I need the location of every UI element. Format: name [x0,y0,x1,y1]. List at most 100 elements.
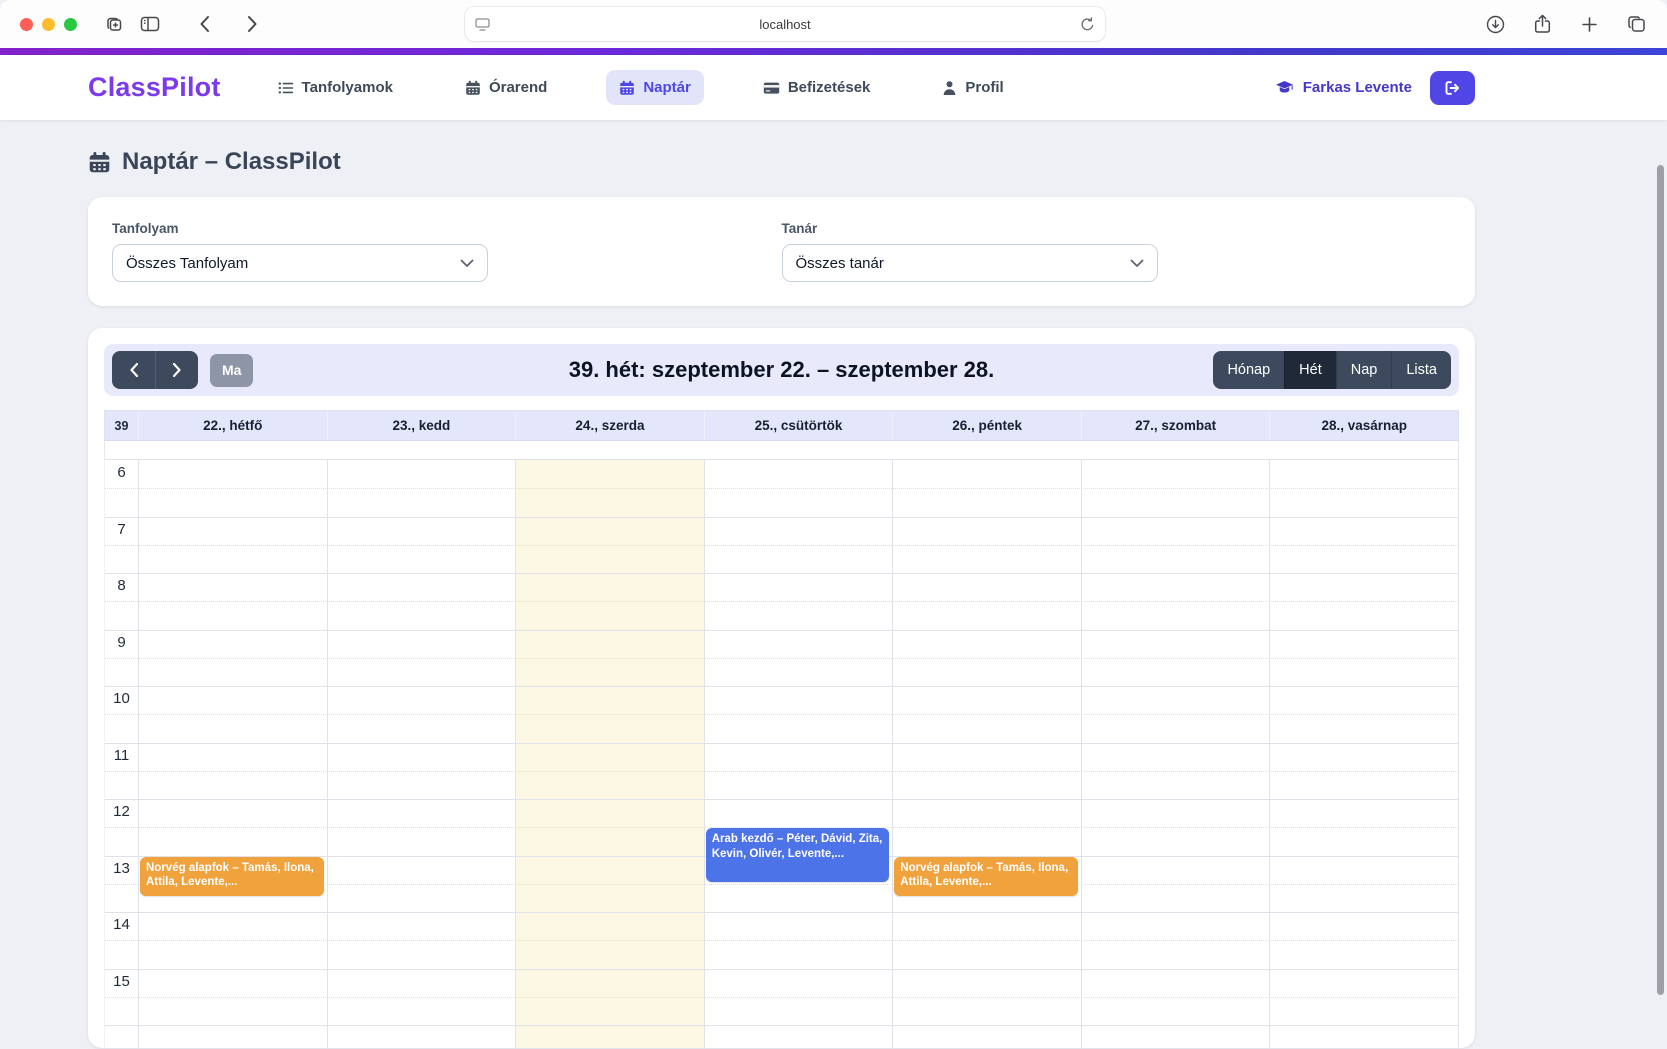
sign-out-icon [1444,80,1461,96]
hour-line [105,1025,1458,1026]
day-column-6[interactable] [1269,460,1458,1048]
day-column-2-today[interactable] [515,460,704,1048]
forward-button[interactable] [237,9,267,39]
minimize-window-button[interactable] [42,18,55,31]
sidebar-toggle-icon[interactable] [135,9,165,39]
downloads-icon[interactable] [1480,9,1510,39]
hour-label-11: 11 [105,743,138,764]
scrollbar-thumb[interactable] [1657,165,1664,995]
day-header-2: 24., szerda [515,411,704,440]
graduation-cap-icon [1275,80,1294,95]
view-button-honap[interactable]: Hónap [1213,351,1284,389]
course-select[interactable]: Összes Tanfolyam [112,244,488,282]
new-tab-icon[interactable] [1574,9,1604,39]
close-window-button[interactable] [20,18,33,31]
hour-label-14: 14 [105,912,138,933]
day-column-0[interactable] [138,460,327,1048]
view-switcher: HónapHétNapLista [1213,351,1451,389]
user-icon [942,80,957,96]
address-bar[interactable]: localhost [465,7,1105,41]
calendar-icon [88,151,111,174]
day-header-6: 28., vasárnap [1269,411,1458,440]
hour-label-15: 15 [105,969,138,990]
day-header-0: 22., hétfő [138,411,327,440]
course-filter-label: Tanfolyam [112,221,782,236]
hour-line [105,573,1458,574]
logout-button[interactable] [1430,71,1475,105]
chevron-down-icon [460,259,474,268]
calendar-event-2[interactable]: Norvég alapfok – Tamás, Ilona, Attila, L… [894,857,1078,896]
view-button-nap[interactable]: Nap [1336,351,1392,389]
url-text: localhost [490,17,1080,32]
day-header-1: 23., kedd [327,411,516,440]
nav-item-befizetesek[interactable]: Befizetések [750,70,884,105]
hour-label-10: 10 [105,686,138,707]
hour-line [105,969,1458,970]
page-format-icon[interactable] [475,18,490,31]
window-copy-icon[interactable] [99,9,129,39]
hour-line [105,686,1458,687]
hour-line [105,912,1458,913]
half-hour-line [105,997,1458,998]
credit-card-icon [763,80,780,96]
nav-item-naptar[interactable]: Naptár [606,70,704,105]
view-button-lista[interactable]: Lista [1391,351,1451,389]
teacher-select[interactable]: Összes tanár [782,244,1158,282]
half-hour-line [105,601,1458,602]
hour-label-12: 12 [105,799,138,820]
day-header-4: 26., péntek [892,411,1081,440]
calendar-event-1[interactable]: Arab kezdő – Péter, Dávid, Zita, Kevin, … [706,828,890,882]
calendar-event-0[interactable]: Norvég alapfok – Tamás, Ilona, Attila, L… [140,857,324,896]
main-content: Naptár – ClassPilot Tanfolyam Összes Tan… [0,120,1667,1048]
half-hour-line [105,658,1458,659]
day-column-4[interactable] [892,460,1081,1048]
chevron-down-icon [1130,259,1144,268]
half-hour-line [105,545,1458,546]
list-icon [278,80,294,96]
day-column-5[interactable] [1081,460,1270,1048]
hour-line [105,743,1458,744]
nav-item-profil[interactable]: Profil [929,70,1016,105]
app-navbar: ClassPilot Tanfolyamok Órarend Naptár Be… [0,55,1667,120]
calendar-card: Ma 39. hét: szeptember 22. – szeptember … [88,328,1475,1048]
calendar-toolbar: Ma 39. hét: szeptember 22. – szeptember … [104,344,1459,396]
share-icon[interactable] [1527,9,1557,39]
page-title: Naptár – ClassPilot [88,148,1475,176]
calendar-icon [465,80,481,96]
half-hour-line [105,488,1458,489]
day-header-3: 25., csütörtök [704,411,893,440]
view-button-het[interactable]: Hét [1284,351,1336,389]
allday-strip [104,441,1459,459]
current-user[interactable]: Farkas Levente [1275,79,1412,96]
nav-item-orarend[interactable]: Órarend [452,70,560,105]
app-logo[interactable]: ClassPilot [88,72,221,103]
hour-line [105,799,1458,800]
today-button[interactable]: Ma [210,354,253,387]
nav-links: Tanfolyamok Órarend Naptár Befizetések P… [265,70,1017,105]
tab-overview-icon[interactable] [1621,9,1651,39]
reload-icon[interactable] [1080,17,1095,32]
page-title-text: Naptár – ClassPilot [122,148,341,176]
calendar-icon [619,80,635,96]
half-hour-line [105,714,1458,715]
day-column-3[interactable] [704,460,893,1048]
hour-label-9: 9 [105,630,138,651]
half-hour-line [105,940,1458,941]
back-button[interactable] [189,9,219,39]
half-hour-line [105,771,1458,772]
day-header-row: 39 22., hétfő23., kedd24., szerda25., cs… [104,410,1459,441]
traffic-lights [20,18,77,31]
next-week-button[interactable] [155,351,198,389]
hour-label-6: 6 [105,460,138,481]
hour-label-7: 7 [105,517,138,538]
prev-week-button[interactable] [112,351,155,389]
time-grid: 6 7 8 9 10 11 12 13 14 15 Norvég alapfok – Tamás,… [104,459,1459,1048]
day-column-1[interactable] [327,460,516,1048]
nav-item-tanfolyamok[interactable]: Tanfolyamok [265,70,406,105]
hour-label-8: 8 [105,573,138,594]
filters-card: Tanfolyam Összes Tanfolyam Tanár Összes … [88,197,1475,306]
hour-label-13: 13 [105,856,138,877]
zoom-window-button[interactable] [64,18,77,31]
hour-line [105,630,1458,631]
day-header-5: 27., szombat [1081,411,1270,440]
